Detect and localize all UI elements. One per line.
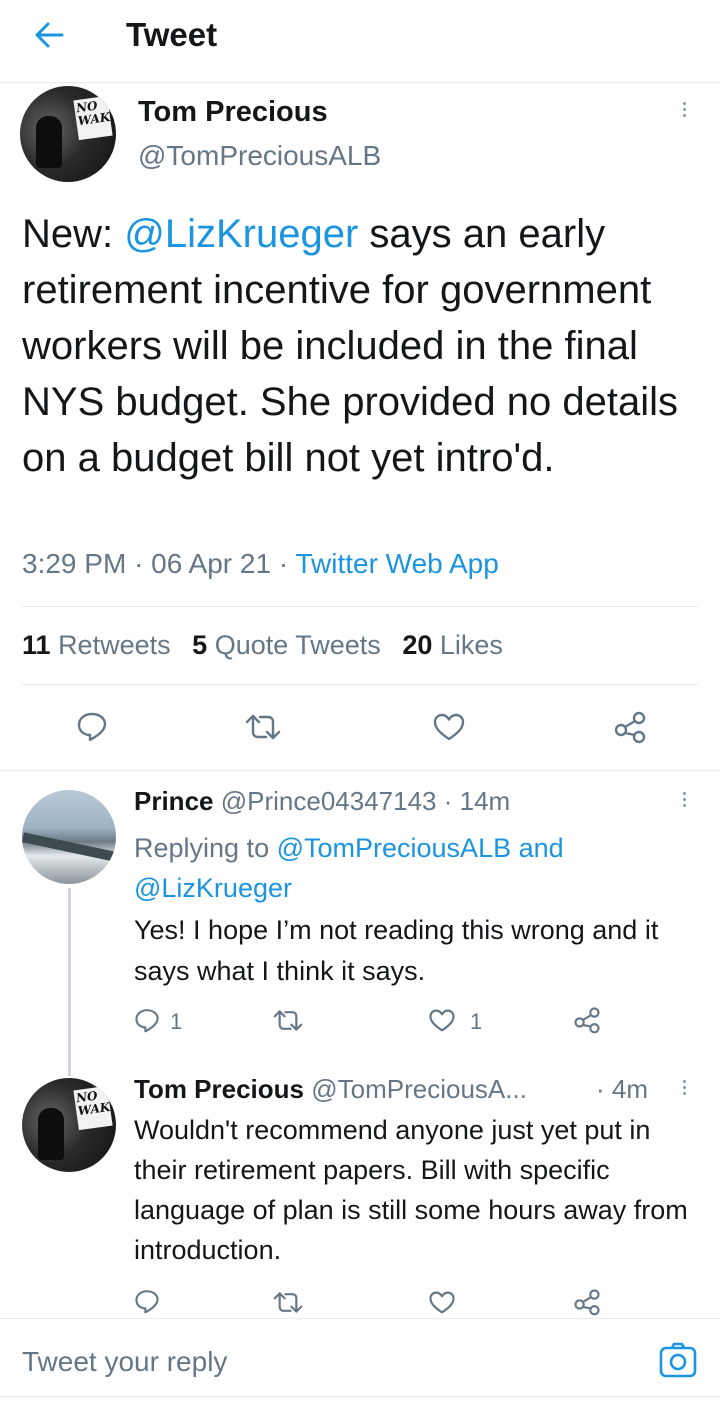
- stats-top-divider: [22, 606, 698, 607]
- retweets-stat[interactable]: 11 Retweets: [22, 630, 171, 660]
- replying-to-link[interactable]: @TomPreciousALB: [277, 833, 512, 863]
- avatar[interactable]: NO WAKE: [20, 86, 116, 182]
- tweet-stats: 11 Retweets 5 Quote Tweets 20 Likes: [22, 630, 503, 661]
- replying-to-link[interactable]: @LizKrueger: [134, 873, 292, 903]
- more-options-icon[interactable]: [681, 792, 687, 810]
- avatar[interactable]: NO WAKE: [22, 1078, 116, 1172]
- reply-text: Yes! I hope I’m not reading this wrong a…: [134, 915, 659, 986]
- replying-to: Replying to @TomPreciousALB and @LizKrue…: [134, 833, 564, 903]
- reply-header: Prince @Prince04347143 · 14m: [134, 786, 510, 817]
- like-icon[interactable]: [428, 1008, 456, 1033]
- mention-link[interactable]: @LizKrueger: [124, 212, 358, 256]
- avatar-logo-text: NO WAKE: [75, 98, 116, 129]
- reply-header: Tom Precious @TomPreciousA...: [134, 1074, 527, 1105]
- retweet-icon[interactable]: [272, 1290, 304, 1315]
- likes-stat[interactable]: 20 Likes: [402, 630, 503, 660]
- thread-line: [68, 888, 71, 1076]
- tweet-source-link[interactable]: Twitter Web App: [295, 548, 498, 579]
- author-handle[interactable]: @TomPreciousALB: [138, 140, 381, 172]
- tweet-meta: 3:29 PM · 06 Apr 21 · Twitter Web App: [22, 548, 499, 579]
- reply-count: 1: [170, 1009, 183, 1034]
- like-count: 1: [470, 1009, 483, 1034]
- header-divider: [0, 82, 720, 83]
- back-arrow-icon[interactable]: [34, 22, 64, 48]
- tweet-text-prefix: New:: [22, 212, 125, 256]
- quote-tweets-stat[interactable]: 5 Quote Tweets: [192, 630, 381, 660]
- reply-author-name[interactable]: Prince: [134, 786, 214, 816]
- reply-author-handle[interactable]: @TomPreciousA...: [311, 1074, 527, 1104]
- avatar[interactable]: [22, 790, 116, 884]
- reply-icon[interactable]: [134, 1288, 160, 1314]
- retweet-icon[interactable]: [272, 1008, 304, 1033]
- reply-text: Wouldn't recommend anyone just yet put i…: [134, 1115, 688, 1265]
- main-tweet-divider: [0, 770, 720, 771]
- composer-divider: [0, 1318, 720, 1319]
- composer-bottom-divider: [0, 1396, 720, 1397]
- avatar-logo-text: NO WAKE: [75, 1088, 116, 1119]
- more-options-icon[interactable]: [681, 102, 687, 120]
- page-title: Tweet: [126, 16, 218, 53]
- share-icon[interactable]: [572, 1288, 602, 1316]
- like-icon[interactable]: [432, 712, 466, 742]
- reply-author-handle[interactable]: @Prince04347143: [221, 786, 437, 816]
- author-name[interactable]: Tom Precious: [138, 96, 328, 129]
- reply-time: · 14m: [443, 786, 511, 816]
- reply-input[interactable]: Tweet your reply: [22, 1346, 227, 1378]
- share-icon[interactable]: [612, 710, 648, 744]
- retweet-icon[interactable]: [244, 712, 282, 742]
- camera-icon[interactable]: [658, 1342, 698, 1380]
- reply-icon[interactable]: [134, 1007, 160, 1033]
- reply-time: · 4m: [596, 1074, 648, 1104]
- tweet-text: New: @LizKrueger says an early retiremen…: [22, 206, 702, 486]
- reply-icon[interactable]: [76, 710, 108, 742]
- more-options-icon[interactable]: [681, 1080, 687, 1098]
- share-icon[interactable]: [572, 1006, 602, 1034]
- reply-author-name[interactable]: Tom Precious: [134, 1074, 304, 1104]
- stats-bottom-divider: [22, 684, 698, 685]
- tweet-date: 06 Apr 21: [151, 548, 272, 579]
- like-icon[interactable]: [428, 1290, 456, 1315]
- tweet-time: 3:29 PM: [22, 548, 127, 579]
